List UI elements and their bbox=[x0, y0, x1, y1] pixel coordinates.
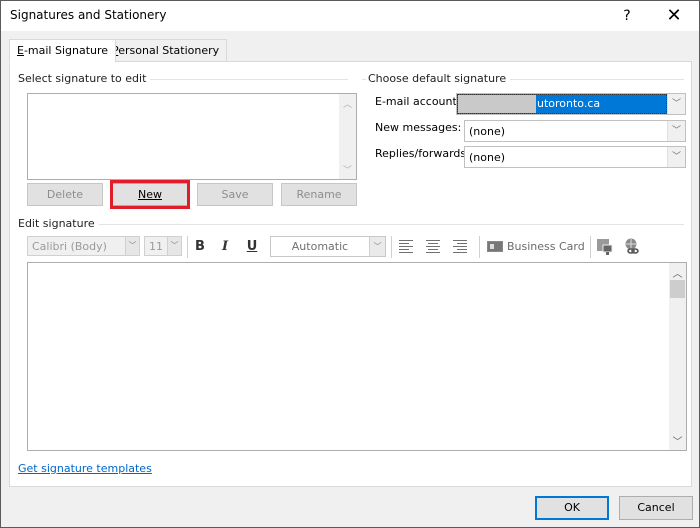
business-card-label: Business Card bbox=[507, 240, 585, 253]
font-color-value: Automatic bbox=[291, 240, 349, 253]
signature-list[interactable]: ︿ ﹀ bbox=[27, 93, 357, 180]
scroll-down-icon[interactable]: ﹀ bbox=[669, 433, 686, 448]
close-button[interactable]: ✕ bbox=[657, 3, 691, 29]
insert-hyperlink-icon[interactable] bbox=[624, 238, 640, 256]
new-button-highlight bbox=[110, 180, 190, 209]
signatures-dialog: Signatures and Stationery ? ✕ E-mail Sig… bbox=[0, 0, 700, 528]
font-name-value: Calibri (Body) bbox=[32, 240, 107, 253]
cancel-button[interactable]: Cancel bbox=[619, 496, 693, 520]
scrollbar-thumb[interactable] bbox=[670, 280, 685, 298]
chevron-down-icon[interactable]: ﹀ bbox=[125, 237, 139, 255]
edit-signature-label: Edit signature bbox=[18, 217, 99, 230]
toolbar-separator bbox=[479, 236, 480, 258]
bold-button[interactable]: B bbox=[193, 237, 207, 257]
tab-accel: E bbox=[17, 44, 24, 57]
font-color-select[interactable]: Automatic ﹀ bbox=[270, 236, 386, 257]
toolbar-separator bbox=[590, 236, 591, 258]
font-name-select[interactable]: Calibri (Body) ﹀ bbox=[27, 236, 140, 256]
default-signature-label: Choose default signature bbox=[366, 72, 511, 85]
font-size-value: 11 bbox=[149, 240, 163, 253]
replies-forwards-value: (none) bbox=[469, 151, 506, 164]
tab-email-signature[interactable]: E-mail Signature bbox=[9, 39, 117, 63]
delete-button[interactable]: Delete bbox=[27, 183, 103, 206]
new-messages-value: (none) bbox=[469, 125, 506, 138]
align-center-icon[interactable] bbox=[426, 240, 440, 253]
email-account-label: E-mail account: bbox=[375, 95, 461, 108]
email-account-value: utoronto.ca bbox=[537, 97, 601, 110]
editor-scrollbar[interactable]: ︿ ﹀ bbox=[669, 263, 686, 450]
chevron-down-icon[interactable]: ﹀ bbox=[667, 94, 685, 114]
tab-personal-stationery[interactable]: Personal Stationery bbox=[104, 39, 228, 62]
toolbar-separator bbox=[187, 236, 188, 258]
signature-list-scrollbar[interactable]: ︿ ﹀ bbox=[339, 94, 356, 179]
tab-label: -mail Signature bbox=[23, 44, 109, 57]
select-signature-label: Select signature to edit bbox=[18, 72, 151, 85]
window-title: Signatures and Stationery bbox=[10, 8, 167, 22]
replies-forwards-select[interactable]: (none) ﹀ bbox=[464, 146, 686, 168]
scroll-up-icon[interactable]: ︿ bbox=[669, 265, 686, 280]
help-button[interactable]: ? bbox=[615, 5, 639, 27]
scroll-down-icon[interactable]: ﹀ bbox=[339, 163, 356, 176]
align-right-icon[interactable] bbox=[453, 240, 467, 253]
new-messages-label: New messages: bbox=[375, 121, 462, 134]
replies-forwards-label: Replies/forwards: bbox=[375, 147, 470, 160]
email-account-selection: utoronto.ca bbox=[457, 94, 667, 114]
chevron-down-icon[interactable]: ﹀ bbox=[369, 237, 385, 256]
redacted-area bbox=[458, 95, 536, 113]
italic-button[interactable]: I bbox=[218, 237, 232, 257]
formatting-toolbar: Calibri (Body) ﹀ 11 ﹀ B I U Automatic ﹀ bbox=[27, 236, 687, 258]
email-account-select[interactable]: utoronto.ca ﹀ bbox=[456, 93, 686, 115]
chevron-down-icon[interactable]: ﹀ bbox=[167, 237, 181, 255]
divider bbox=[18, 224, 684, 225]
business-card-icon bbox=[487, 241, 503, 252]
font-size-select[interactable]: 11 ﹀ bbox=[144, 236, 182, 256]
save-button[interactable]: Save bbox=[197, 183, 273, 206]
underline-button[interactable]: U bbox=[245, 237, 259, 257]
insert-picture-icon[interactable] bbox=[597, 238, 613, 256]
ok-button[interactable]: OK bbox=[535, 496, 609, 520]
get-signature-templates-link[interactable]: Get signature templates bbox=[18, 462, 152, 475]
chevron-down-icon[interactable]: ﹀ bbox=[667, 147, 685, 167]
signature-editor[interactable]: ︿ ﹀ bbox=[27, 262, 687, 451]
email-signature-panel: Select signature to edit ︿ ﹀ Delete New … bbox=[9, 61, 692, 487]
rename-button[interactable]: Rename bbox=[281, 183, 357, 206]
new-messages-select[interactable]: (none) ﹀ bbox=[464, 120, 686, 142]
align-left-icon[interactable] bbox=[399, 240, 413, 253]
tab-label: ersonal Stationery bbox=[118, 44, 220, 57]
title-bar: Signatures and Stationery ? ✕ bbox=[1, 1, 699, 31]
chevron-down-icon[interactable]: ﹀ bbox=[667, 121, 685, 141]
scroll-up-icon[interactable]: ︿ bbox=[339, 97, 356, 110]
toolbar-separator bbox=[391, 236, 392, 258]
